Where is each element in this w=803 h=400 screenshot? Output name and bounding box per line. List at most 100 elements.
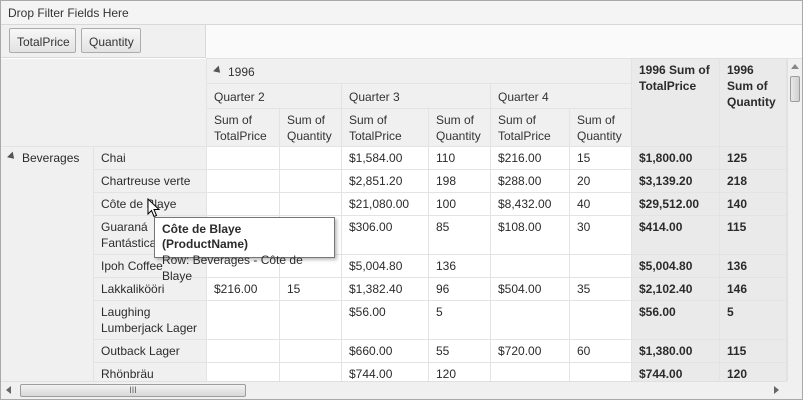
cell-total-quantity[interactable]: 125 bbox=[720, 147, 787, 170]
cell-q4-quantity[interactable]: 20 bbox=[570, 170, 632, 193]
cell-total-totalprice[interactable]: $744.00 bbox=[632, 363, 720, 381]
cell-q3-totalprice[interactable]: $1,382.40 bbox=[342, 278, 429, 301]
cell-q3-quantity[interactable]: 5 bbox=[429, 301, 491, 340]
cell-q2-quantity[interactable] bbox=[280, 340, 342, 363]
cell-q2-quantity[interactable] bbox=[280, 301, 342, 340]
cell-total-totalprice[interactable]: $1,800.00 bbox=[632, 147, 720, 170]
measure-header-totalprice: Sum of TotalPrice bbox=[342, 109, 429, 147]
cell-q4-quantity[interactable]: 30 bbox=[570, 216, 632, 255]
cell-total-totalprice[interactable]: $5,004.80 bbox=[632, 255, 720, 278]
cell-q2-quantity[interactable] bbox=[280, 170, 342, 193]
cell-q3-quantity[interactable]: 120 bbox=[429, 363, 491, 381]
cell-q4-totalprice[interactable] bbox=[491, 363, 570, 381]
row-group-beverages[interactable]: Beverages bbox=[1, 147, 94, 381]
field-button-quantity[interactable]: Quantity bbox=[81, 28, 141, 53]
cell-tooltip: Côte de Blaye (ProductName) Row: Beverag… bbox=[154, 217, 335, 283]
cell-q4-totalprice[interactable] bbox=[491, 301, 570, 340]
cell-total-quantity[interactable]: 136 bbox=[720, 255, 787, 278]
cell-total-totalprice[interactable]: $56.00 bbox=[632, 301, 720, 340]
filter-drop-label: Drop Filter Fields Here bbox=[8, 6, 129, 20]
cell-q4-quantity[interactable]: 40 bbox=[570, 193, 632, 216]
row-header-product[interactable]: Laughing Lumberjack Lager bbox=[94, 301, 207, 340]
row-header-product[interactable]: Chartreuse verte bbox=[94, 170, 207, 193]
cell-q2-totalprice[interactable] bbox=[207, 147, 280, 170]
horizontal-scroll-thumb[interactable]: III bbox=[20, 384, 246, 397]
cell-total-quantity[interactable]: 140 bbox=[720, 193, 787, 216]
cell-total-totalprice[interactable]: $2,102.40 bbox=[632, 278, 720, 301]
column-header-quarter-3[interactable]: Quarter 3 bbox=[342, 84, 491, 109]
vertical-scroll-thumb[interactable] bbox=[790, 76, 800, 102]
cell-total-quantity[interactable]: 218 bbox=[720, 170, 787, 193]
row-header-corner bbox=[1, 59, 207, 147]
cell-q4-quantity[interactable]: 60 bbox=[570, 340, 632, 363]
cell-q4-totalprice[interactable]: $720.00 bbox=[491, 340, 570, 363]
cell-total-quantity[interactable]: 115 bbox=[720, 216, 787, 255]
cell-q3-quantity[interactable]: 110 bbox=[429, 147, 491, 170]
cell-total-quantity[interactable]: 5 bbox=[720, 301, 787, 340]
mouse-pointer-icon bbox=[147, 198, 161, 218]
cell-total-quantity[interactable]: 115 bbox=[720, 340, 787, 363]
scroll-left-arrow-icon[interactable] bbox=[6, 386, 11, 394]
cell-q3-totalprice[interactable]: $5,004.80 bbox=[342, 255, 429, 278]
cell-q2-totalprice[interactable] bbox=[207, 301, 280, 340]
filter-drop-area[interactable]: Drop Filter Fields Here bbox=[1, 1, 802, 25]
cell-q3-totalprice[interactable]: $21,080.00 bbox=[342, 193, 429, 216]
grand-total-header-quantity: 1996 Sum of Quantity bbox=[720, 59, 787, 147]
scroll-up-arrow-icon[interactable] bbox=[791, 64, 799, 69]
cell-q4-totalprice[interactable]: $108.00 bbox=[491, 216, 570, 255]
scroll-right-arrow-icon[interactable] bbox=[774, 386, 779, 394]
cell-q2-totalprice[interactable] bbox=[207, 340, 280, 363]
cell-total-quantity[interactable]: 146 bbox=[720, 278, 787, 301]
cell-q2-quantity[interactable] bbox=[280, 363, 342, 381]
cell-q4-totalprice[interactable]: $216.00 bbox=[491, 147, 570, 170]
pivot-grid: Drop Filter Fields Here TotalPrice Quant… bbox=[0, 0, 803, 400]
cell-q3-quantity[interactable]: 100 bbox=[429, 193, 491, 216]
row-header-product[interactable]: Chai bbox=[94, 147, 207, 170]
cell-q3-totalprice[interactable]: $306.00 bbox=[342, 216, 429, 255]
cell-q3-totalprice[interactable]: $744.00 bbox=[342, 363, 429, 381]
cell-q3-quantity[interactable]: 198 bbox=[429, 170, 491, 193]
column-header-year[interactable]: 1996 bbox=[207, 59, 632, 84]
cell-q3-quantity[interactable]: 55 bbox=[429, 340, 491, 363]
cell-q2-quantity[interactable] bbox=[280, 147, 342, 170]
cell-q4-quantity[interactable] bbox=[570, 363, 632, 381]
measure-header-quantity: Sum of Quantity bbox=[280, 109, 342, 147]
vertical-scrollbar[interactable] bbox=[787, 59, 802, 381]
cell-q3-quantity[interactable]: 96 bbox=[429, 278, 491, 301]
cell-q4-totalprice[interactable] bbox=[491, 255, 570, 278]
measure-header-quantity: Sum of Quantity bbox=[429, 109, 491, 147]
horizontal-scrollbar[interactable]: III bbox=[1, 381, 787, 399]
cell-q3-totalprice[interactable]: $56.00 bbox=[342, 301, 429, 340]
cell-q3-totalprice[interactable]: $2,851.20 bbox=[342, 170, 429, 193]
cell-total-quantity[interactable]: 120 bbox=[720, 363, 787, 381]
cell-q4-totalprice[interactable]: $8,432.00 bbox=[491, 193, 570, 216]
cell-q4-totalprice[interactable]: $288.00 bbox=[491, 170, 570, 193]
cell-q2-totalprice[interactable] bbox=[207, 363, 280, 381]
collapse-triangle-icon[interactable] bbox=[7, 151, 17, 162]
tooltip-title: Côte de Blaye (ProductName) bbox=[162, 222, 249, 251]
pivot-table: 1996 Quarter 2 Quarter 3 Quarter 4 Sum o… bbox=[1, 59, 787, 381]
column-header-quarter-4[interactable]: Quarter 4 bbox=[491, 84, 632, 109]
cell-total-totalprice[interactable]: $29,512.00 bbox=[632, 193, 720, 216]
cell-q4-totalprice[interactable]: $504.00 bbox=[491, 278, 570, 301]
column-fields-area[interactable] bbox=[206, 25, 802, 59]
cell-q2-totalprice[interactable] bbox=[207, 193, 280, 216]
cell-q4-quantity[interactable] bbox=[570, 255, 632, 278]
cell-total-totalprice[interactable]: $414.00 bbox=[632, 216, 720, 255]
cell-q3-totalprice[interactable]: $660.00 bbox=[342, 340, 429, 363]
field-button-totalprice[interactable]: TotalPrice bbox=[9, 28, 76, 53]
cell-q4-quantity[interactable]: 35 bbox=[570, 278, 632, 301]
cell-q2-totalprice[interactable] bbox=[207, 170, 280, 193]
row-header-product[interactable]: Outback Lager bbox=[94, 340, 207, 363]
cell-total-totalprice[interactable]: $3,139.20 bbox=[632, 170, 720, 193]
cell-q3-quantity[interactable]: 136 bbox=[429, 255, 491, 278]
row-header-product[interactable]: Rhönbräu bbox=[94, 363, 207, 381]
collapse-triangle-icon[interactable] bbox=[213, 65, 223, 76]
cell-q2-quantity[interactable] bbox=[280, 193, 342, 216]
cell-q4-quantity[interactable] bbox=[570, 301, 632, 340]
cell-q3-quantity[interactable]: 85 bbox=[429, 216, 491, 255]
cell-q4-quantity[interactable]: 15 bbox=[570, 147, 632, 170]
cell-q3-totalprice[interactable]: $1,584.00 bbox=[342, 147, 429, 170]
cell-total-totalprice[interactable]: $1,380.00 bbox=[632, 340, 720, 363]
column-header-quarter-2[interactable]: Quarter 2 bbox=[207, 84, 342, 109]
